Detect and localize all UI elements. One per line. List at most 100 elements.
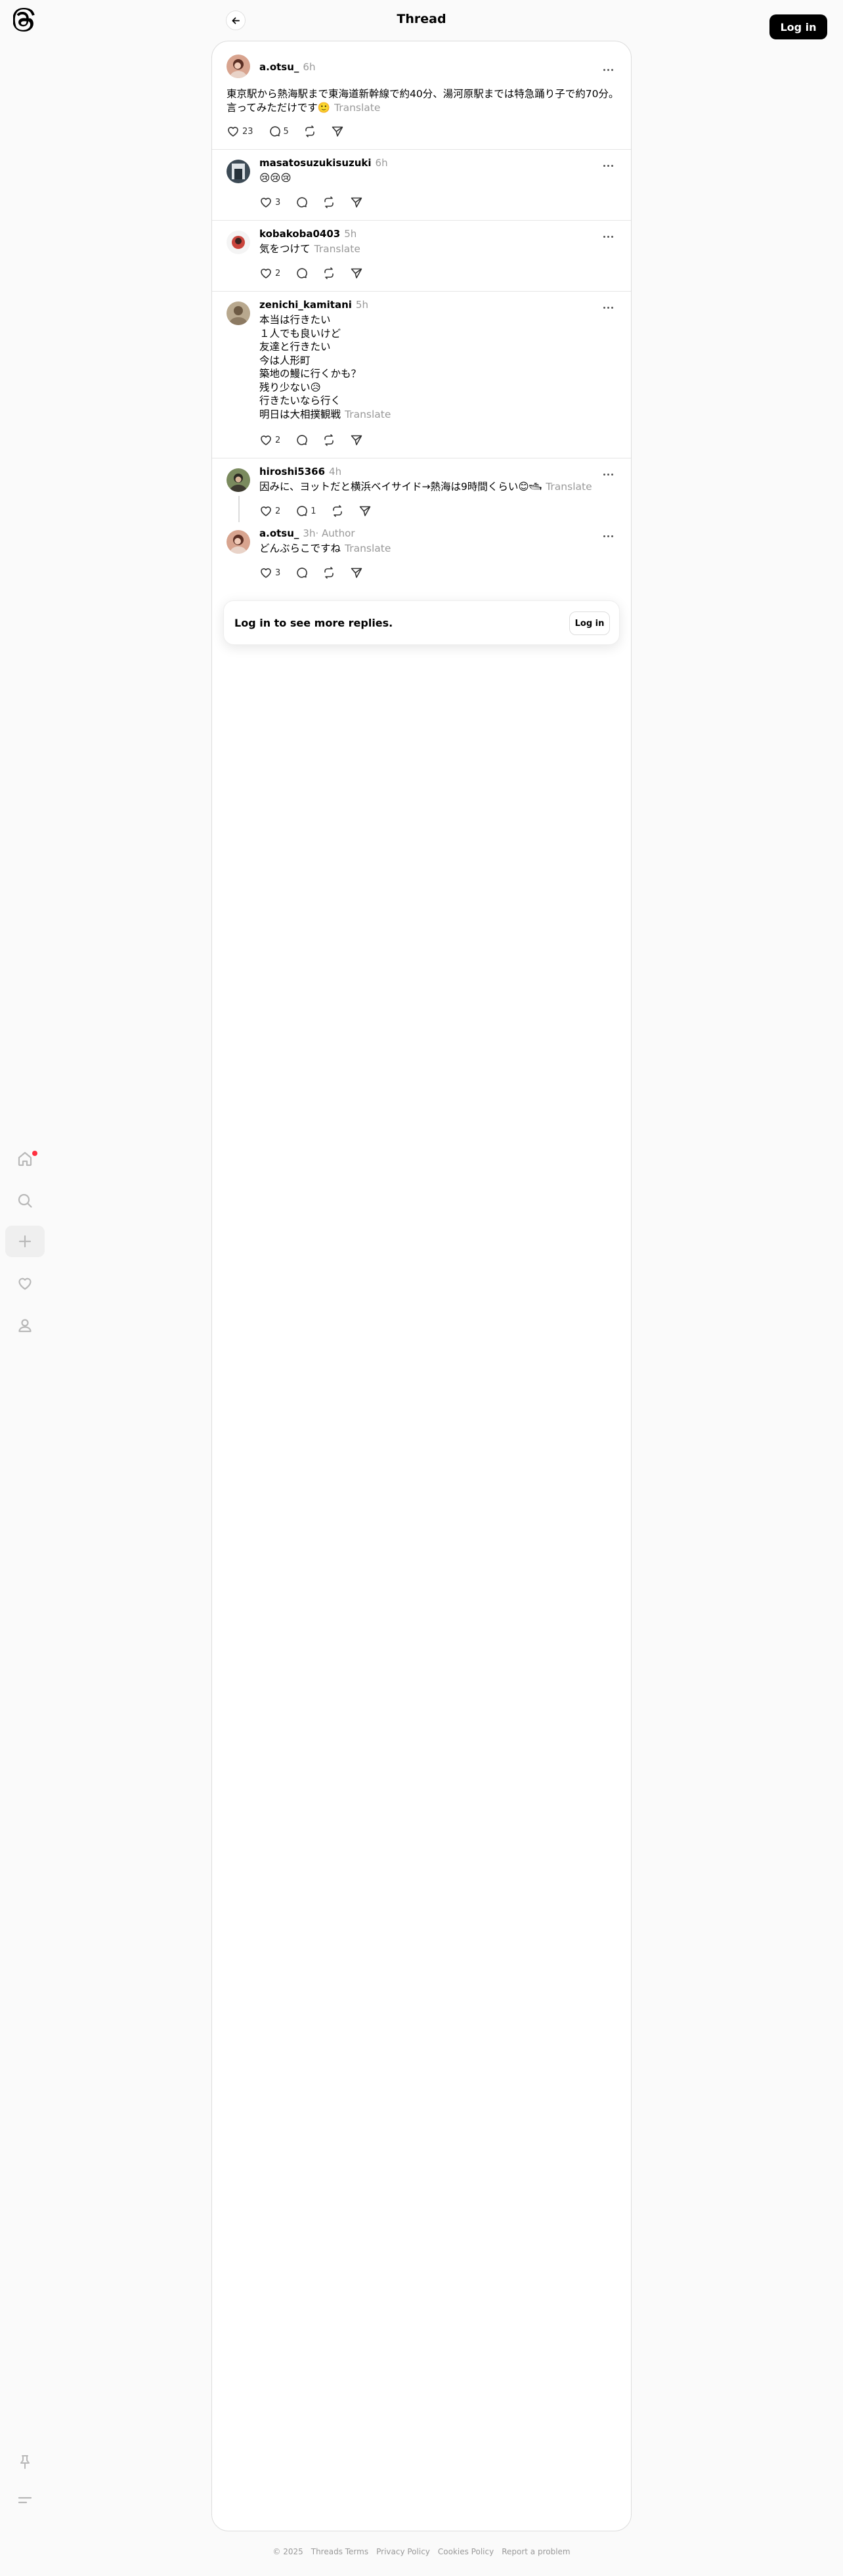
post-author[interactable]: hiroshi5366 4h (259, 466, 341, 477)
more-options-icon[interactable] (603, 233, 616, 240)
like-count: 3 (275, 567, 281, 578)
translate-link[interactable]: Translate (314, 243, 360, 255)
footer-copyright: © 2025 (272, 2547, 303, 2556)
thread-connector (238, 496, 240, 522)
like-button[interactable]: 3 (259, 196, 280, 209)
post-time: 6h (375, 157, 388, 169)
post-author[interactable]: zenichi_kamitani 5h (259, 299, 368, 311)
nav-activity-button[interactable] (5, 1268, 45, 1299)
post-text: 気をつけて Translate (259, 243, 360, 255)
login-button[interactable]: Log in (769, 14, 827, 39)
repost-icon (332, 505, 342, 517)
post-author[interactable]: kobakoba0403 5h (259, 228, 357, 240)
more-options-icon[interactable] (603, 533, 616, 539)
like-count: 23 (242, 126, 253, 137)
author-tag: · Author (315, 527, 355, 539)
avatar[interactable] (227, 301, 250, 325)
translate-link[interactable]: Translate (345, 543, 391, 554)
repost-button[interactable] (322, 196, 335, 209)
thread-card: a.otsu_ 6h 東京駅から熱海駅まで東海道新幹線で約40分、湯河原駅までは特… (211, 41, 632, 2531)
heart-icon (261, 269, 271, 278)
more-options-icon[interactable] (603, 66, 616, 73)
post-author[interactable]: a.otsu_ 3h· Author (259, 527, 355, 539)
nav-create-button[interactable] (5, 1226, 45, 1257)
share-button[interactable] (331, 125, 344, 138)
nav-search-button[interactable] (5, 1185, 45, 1216)
menu-button[interactable] (5, 2484, 45, 2516)
like-button[interactable]: 2 (259, 433, 280, 447)
footer-link-terms[interactable]: Threads Terms (311, 2547, 368, 2556)
repost-button[interactable] (322, 267, 335, 280)
reply-button[interactable] (295, 566, 308, 579)
avatar[interactable] (227, 231, 250, 254)
share-button[interactable] (358, 504, 372, 518)
notification-dot (32, 1151, 37, 1156)
reply-count: 1 (311, 506, 316, 516)
reply-button[interactable] (295, 433, 308, 447)
more-options-icon[interactable] (603, 162, 616, 169)
login-prompt-button[interactable]: Log in (569, 611, 610, 635)
footer: © 2025 Threads Terms Privacy Policy Cook… (0, 2547, 843, 2556)
page-header: Thread (211, 0, 632, 39)
login-prompt: Log in to see more replies. Log in (223, 600, 620, 645)
heart-icon (261, 568, 271, 578)
pin-button[interactable] (5, 2446, 45, 2477)
translate-link[interactable]: Translate (345, 409, 391, 420)
heart-icon (261, 198, 271, 208)
heart-icon (261, 435, 271, 445)
post-actions: 2 (259, 432, 363, 449)
heart-icon (261, 506, 271, 516)
footer-link-cookies[interactable]: Cookies Policy (438, 2547, 494, 2556)
home-icon (18, 1151, 32, 1166)
comment-icon (297, 268, 308, 278)
post-actions: 2 (259, 265, 363, 282)
threads-logo-icon[interactable] (12, 7, 35, 32)
post-time: 6h (303, 61, 316, 73)
avatar[interactable] (227, 55, 250, 78)
like-button[interactable]: 3 (259, 566, 280, 579)
share-button[interactable] (350, 267, 363, 280)
repost-icon (305, 125, 314, 137)
repost-button[interactable] (331, 504, 344, 518)
share-button[interactable] (350, 433, 363, 447)
more-options-icon[interactable] (603, 471, 616, 477)
repost-button[interactable] (322, 566, 335, 579)
avatar[interactable] (227, 160, 250, 183)
repost-icon (324, 196, 334, 208)
reply-button[interactable] (295, 196, 308, 209)
avatar[interactable] (227, 468, 250, 492)
login-prompt-text: Log in to see more replies. (234, 617, 393, 629)
nav-profile-button[interactable] (5, 1310, 45, 1341)
translate-link[interactable]: Translate (546, 481, 592, 493)
send-icon (351, 567, 362, 578)
post-author[interactable]: masatosuzukisuzuki 6h (259, 157, 388, 169)
post-time: 4h (329, 466, 342, 477)
divider (212, 291, 631, 292)
post-time: 5h (344, 228, 357, 240)
reply-button[interactable]: 5 (268, 125, 289, 138)
share-button[interactable] (350, 196, 363, 209)
heart-icon (18, 1277, 32, 1290)
like-button[interactable]: 2 (259, 267, 280, 280)
heart-icon (228, 127, 238, 137)
reply-button[interactable]: 1 (295, 504, 316, 518)
repost-button[interactable] (303, 125, 316, 138)
post-text: 因みに、ヨットだと横浜ベイサイド→熱海は9時間くらい😊🛥 Translate (259, 481, 592, 493)
like-count: 3 (275, 197, 281, 208)
repost-button[interactable] (322, 433, 335, 447)
send-icon (351, 197, 362, 208)
reply-button[interactable] (295, 267, 308, 280)
comment-icon (297, 567, 308, 578)
avatar[interactable] (227, 530, 250, 554)
post-actions: 3 (259, 564, 363, 581)
post-author[interactable]: a.otsu_ 6h (259, 61, 315, 73)
post-text: 本当は行きたい １人でも良いけど 友達と行きたい 今は人形町 築地の鰻に行くかも… (259, 314, 391, 420)
translate-link[interactable]: Translate (334, 102, 380, 114)
share-button[interactable] (350, 566, 363, 579)
more-options-icon[interactable] (603, 304, 616, 311)
footer-link-privacy[interactable]: Privacy Policy (376, 2547, 430, 2556)
like-button[interactable]: 2 (259, 504, 280, 518)
like-button[interactable]: 23 (227, 125, 253, 138)
nav-home-button[interactable] (5, 1143, 45, 1174)
footer-link-report[interactable]: Report a problem (502, 2547, 570, 2556)
